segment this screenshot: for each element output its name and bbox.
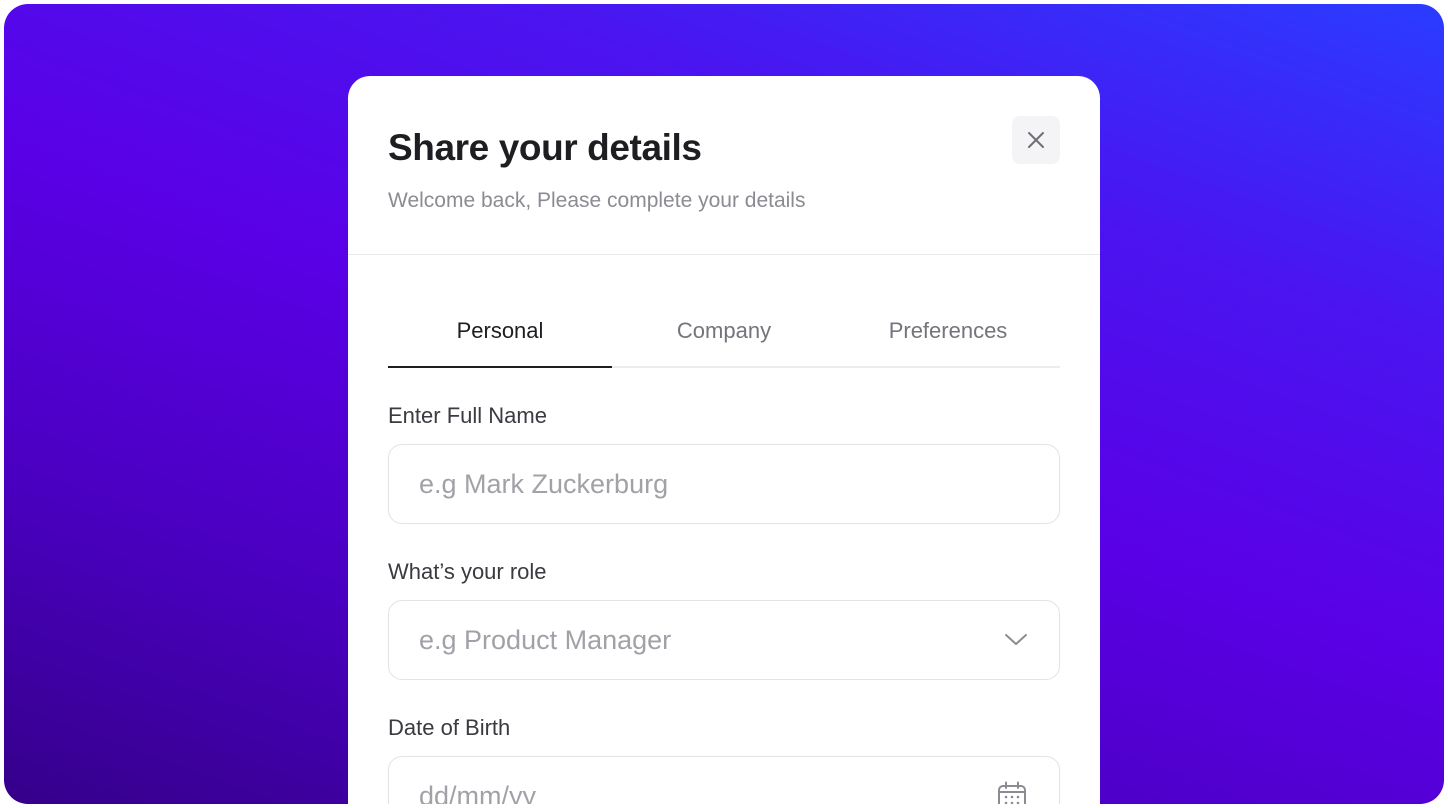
share-details-modal: Share your details Welcome back, Please …: [348, 76, 1100, 804]
tab-company[interactable]: Company: [612, 297, 836, 366]
close-icon: [1028, 132, 1044, 148]
details-tabs: Personal Company Preferences: [388, 297, 1060, 368]
full-name-field[interactable]: [388, 444, 1060, 524]
tab-personal[interactable]: Personal: [388, 297, 612, 368]
role-label: What’s your role: [388, 559, 547, 584]
dob-label: Date of Birth: [388, 715, 511, 740]
full-name-label: Enter Full Name: [388, 403, 547, 428]
role-select[interactable]: e.g Product Manager: [388, 600, 1060, 680]
modal-title: Share your details: [388, 127, 702, 168]
full-name-input[interactable]: [419, 445, 979, 523]
calendar-icon[interactable]: [997, 781, 1027, 804]
modal-header: Share your details Welcome back, Please …: [348, 76, 1100, 255]
tab-personal-label: Personal: [456, 317, 544, 343]
tab-company-label: Company: [676, 317, 772, 343]
dob-field[interactable]: [388, 756, 1060, 804]
dob-input[interactable]: [419, 757, 979, 804]
app-background: Share your details Welcome back, Please …: [4, 4, 1444, 804]
role-select-value: e.g Product Manager: [419, 624, 672, 655]
chevron-down-icon: [1005, 634, 1027, 646]
tab-preferences-label: Preferences: [888, 317, 1008, 343]
close-button[interactable]: [1012, 116, 1060, 164]
modal-subtitle: Welcome back, Please complete your detai…: [388, 189, 806, 212]
tab-preferences[interactable]: Preferences: [836, 297, 1060, 366]
